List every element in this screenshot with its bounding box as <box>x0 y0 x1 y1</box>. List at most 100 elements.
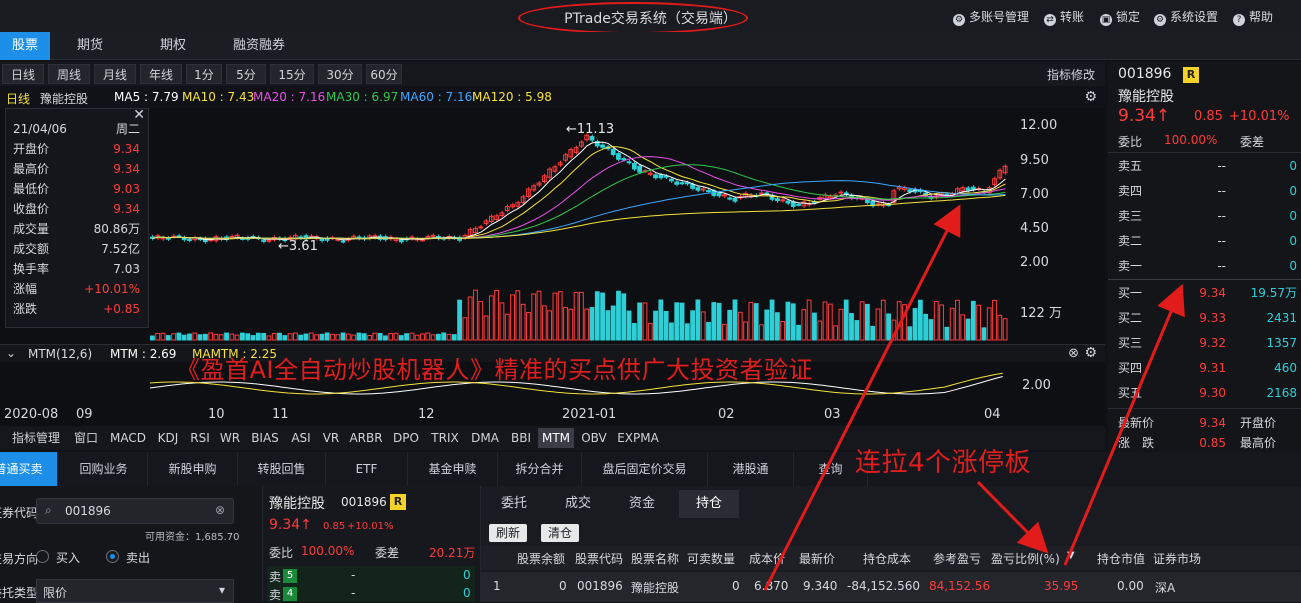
col-header[interactable]: 最新价 <box>799 550 835 567</box>
indicator-tab-dma[interactable]: DMA <box>466 428 504 448</box>
volume-bar <box>669 322 674 341</box>
tab-positions[interactable]: 持仓 <box>679 490 739 518</box>
indicator-modify-button[interactable]: 指标修改 <box>1047 66 1095 83</box>
volume-bar <box>806 299 812 341</box>
col-header[interactable]: 盈亏比例(%) <box>991 550 1060 567</box>
volume-bar <box>981 327 987 341</box>
buy-level-row[interactable]: 买二 9.33 2431 <box>1108 306 1301 331</box>
indicator-tab-wr[interactable]: WR <box>216 428 244 448</box>
tab-futures[interactable]: 期货 <box>55 32 125 60</box>
indicator-tab-trix[interactable]: TRIX <box>426 428 464 448</box>
col-header[interactable]: 股票代码 <box>575 550 623 567</box>
trade-tab-6[interactable]: 拆分合并 <box>498 452 582 486</box>
volume-bar <box>425 332 431 341</box>
low-annotation: ←3.61 <box>278 239 318 254</box>
volume-bar <box>875 308 881 341</box>
period-year[interactable]: 年线 <box>140 64 182 84</box>
trade-tab-4[interactable]: ETF <box>326 452 408 486</box>
indicator-tab-vr[interactable]: VR <box>318 428 344 448</box>
indicator-tab-obv[interactable]: OBV <box>576 428 612 448</box>
period-day[interactable]: 日线 <box>2 64 44 84</box>
sort-desc-icon[interactable]: ▼ <box>1067 550 1075 561</box>
multi-account-button[interactable]: ⚙ 多账号管理 <box>953 8 1029 26</box>
sell-level-row[interactable]: 卖四 -- 0 <box>1108 179 1301 204</box>
ma120-label: MA120 : 5.98 <box>472 90 552 104</box>
code-input[interactable]: ⌕ 001896 ⊗ <box>36 498 234 524</box>
volume-bar <box>674 302 680 341</box>
tab-stocks[interactable]: 股票 <box>0 32 50 60</box>
trade-tab-8[interactable]: 港股通 <box>708 452 794 486</box>
sell-level-row[interactable]: 卖五 -- 0 <box>1108 154 1301 179</box>
mini-level-price: - <box>351 586 356 600</box>
indicator-tab-asi[interactable]: ASI <box>286 428 316 448</box>
clear-position-button[interactable]: 清仓 <box>541 524 579 542</box>
buy-level-row[interactable]: 买五 9.30 2168 <box>1108 381 1301 406</box>
col-header[interactable]: 持仓市值 <box>1097 550 1145 567</box>
refresh-button[interactable]: 刷新 <box>489 524 527 542</box>
system-settings-button[interactable]: ⚙ 系统设置 <box>1154 8 1218 26</box>
volume-bar <box>255 332 261 341</box>
col-header[interactable]: 成本价 <box>749 550 785 567</box>
trade-tab-0[interactable]: 普通买卖 <box>0 452 58 486</box>
ohlc-row: 最高价 9.34 <box>13 162 140 176</box>
lock-button[interactable]: ▣ 锁定 <box>1100 8 1140 26</box>
indicator-tab-指标管理[interactable]: 指标管理 <box>6 428 66 448</box>
indicator-tab-bbi[interactable]: BBI <box>506 428 536 448</box>
sell-level-row[interactable]: 卖二 -- 0 <box>1108 229 1301 254</box>
tab-trades[interactable]: 成交 <box>551 490 605 518</box>
clear-icon[interactable]: ⊗ <box>215 503 225 517</box>
trade-tab-7[interactable]: 盘后固定价交易 <box>582 452 708 486</box>
col-header[interactable]: 参考盈亏 <box>933 550 981 567</box>
period-1min[interactable]: 1分 <box>186 64 222 84</box>
trade-tab-5[interactable]: 基金申赎 <box>408 452 498 486</box>
indicator-tab-rsi[interactable]: RSI <box>186 428 214 448</box>
volume-bar <box>679 302 685 341</box>
period-15min[interactable]: 15分 <box>270 64 314 84</box>
indicator-tab-dpo[interactable]: DPO <box>388 428 424 448</box>
indicator-tab-窗口[interactable]: 窗口 <box>68 428 104 448</box>
close-icon[interactable]: ⊗ <box>1068 346 1079 361</box>
volume-bar <box>330 333 335 341</box>
indicator-tab-macd[interactable]: MACD <box>106 428 150 448</box>
col-header[interactable]: 股票名称 <box>631 550 679 567</box>
period-30min[interactable]: 30分 <box>318 64 362 84</box>
indicator-tab-bias[interactable]: BIAS <box>246 428 284 448</box>
divider <box>1108 279 1301 280</box>
sell-radio[interactable] <box>106 550 119 563</box>
volume-bar <box>986 307 992 341</box>
period-5min[interactable]: 5分 <box>226 64 266 84</box>
transfer-button[interactable]: ⇄ 转账 <box>1044 8 1084 26</box>
indicator-tab-expma[interactable]: EXPMA <box>614 428 662 448</box>
tab-funds[interactable]: 资金 <box>615 490 669 518</box>
col-header[interactable]: 可卖数量 <box>687 550 735 567</box>
help-button[interactable]: ? 帮助 <box>1233 8 1273 26</box>
buy-level-row[interactable]: 买四 9.31 460 <box>1108 356 1301 381</box>
buy-level-row[interactable]: 买三 9.32 1357 <box>1108 331 1301 356</box>
sell-level-row[interactable]: 卖一 -- 0 <box>1108 254 1301 279</box>
tab-options[interactable]: 期权 <box>136 32 210 60</box>
collapse-icon[interactable]: ⌄ <box>6 346 16 360</box>
volume-bar <box>605 310 611 341</box>
kline-chart[interactable]: 12.00 9.50 7.00 4.50 2.00 122 万 ←11.13 ←… <box>0 108 1105 344</box>
volume-bar <box>594 291 600 341</box>
period-week[interactable]: 周线 <box>48 64 90 84</box>
buy-radio[interactable] <box>36 550 49 563</box>
trade-tab-2[interactable]: 新股申购 <box>148 452 238 486</box>
col-header[interactable]: 证券市场 <box>1153 550 1201 567</box>
tab-margin[interactable]: 融资融券 <box>222 32 296 60</box>
period-60min[interactable]: 60分 <box>366 64 402 84</box>
chart-settings-icon[interactable]: ⚙ <box>1084 89 1097 105</box>
sell-level-row[interactable]: 卖三 -- 0 <box>1108 204 1301 229</box>
indicator-tab-kdj[interactable]: KDJ <box>152 428 184 448</box>
period-month[interactable]: 月线 <box>94 64 136 84</box>
col-header[interactable]: 持仓成本 <box>863 550 911 567</box>
gear-icon[interactable]: ⚙ <box>1084 345 1097 361</box>
col-header[interactable]: 股票余额 <box>517 550 565 567</box>
trade-tab-1[interactable]: 回购业务 <box>60 452 148 486</box>
indicator-tab-mtm[interactable]: MTM <box>538 428 574 448</box>
buy-level-row[interactable]: 买一 9.34 19.57万 <box>1108 281 1301 306</box>
indicator-tab-arbr[interactable]: ARBR <box>346 428 386 448</box>
tab-orders[interactable]: 委托 <box>487 490 541 518</box>
trade-tab-3[interactable]: 转股回售 <box>238 452 326 486</box>
order-type-select[interactable]: 限价 ▾ <box>36 579 234 603</box>
